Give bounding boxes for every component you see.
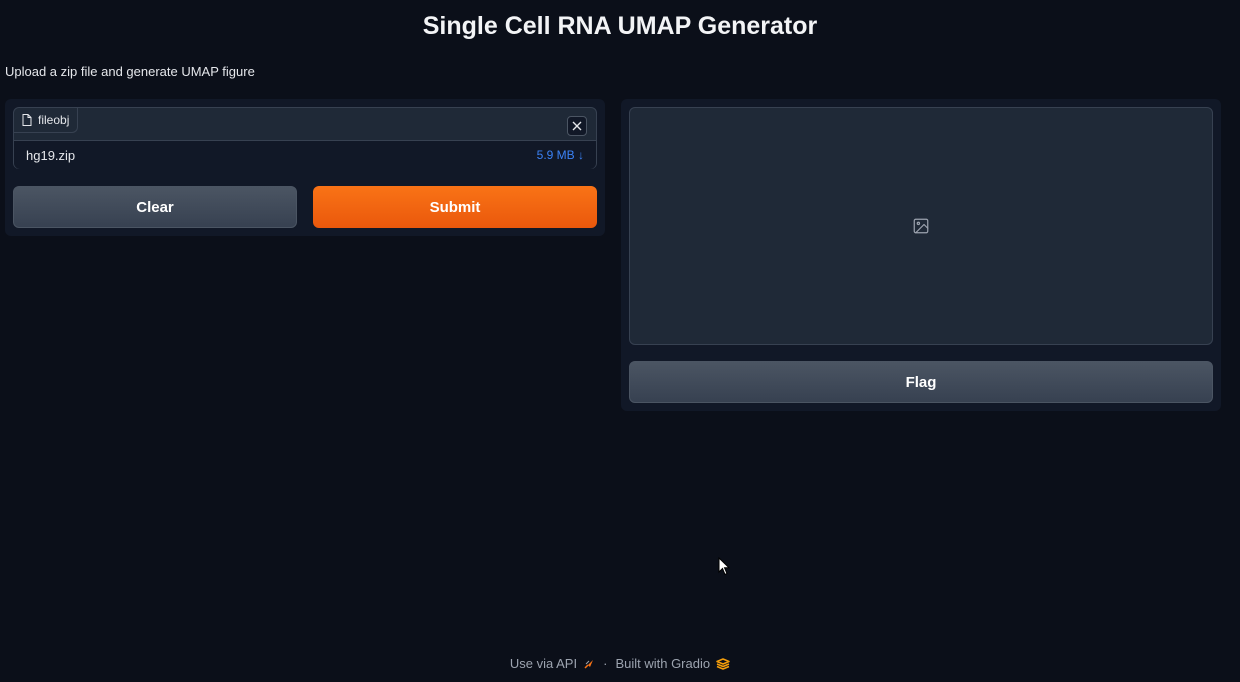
built-with-gradio-label: Built with Gradio xyxy=(615,656,711,671)
submit-button[interactable]: Submit xyxy=(313,186,597,228)
output-image xyxy=(629,107,1213,345)
built-with-gradio-link[interactable]: Built with Gradio xyxy=(615,656,730,671)
input-panel: fileobj hg19.zip 5.9 MB ↓ Clear Submit xyxy=(5,99,605,236)
clear-button[interactable]: Clear xyxy=(13,186,297,228)
file-download-link[interactable]: 5.9 MB ↓ xyxy=(537,148,584,162)
rocket-icon xyxy=(584,659,594,669)
footer-separator: · xyxy=(603,656,608,671)
output-panel: Flag xyxy=(621,99,1221,411)
file-icon xyxy=(22,114,32,126)
gradio-app: Single Cell RNA UMAP Generator Upload a … xyxy=(0,0,1240,682)
file-name: hg19.zip xyxy=(26,147,76,163)
gradio-logo-icon xyxy=(716,657,730,670)
use-via-api-label: Use via API xyxy=(509,656,578,671)
file-label-text: fileobj xyxy=(38,113,70,127)
close-icon xyxy=(572,121,582,131)
flag-button[interactable]: Flag xyxy=(629,361,1213,403)
remove-file-button[interactable] xyxy=(567,116,587,136)
image-placeholder-icon xyxy=(913,218,929,234)
file-label: fileobj xyxy=(14,108,79,133)
page-description: Upload a zip file and generate UMAP figu… xyxy=(5,64,255,79)
mouse-cursor-icon xyxy=(718,557,730,576)
file-row: hg19.zip 5.9 MB ↓ xyxy=(14,140,596,169)
footer: Use via API · Built with Gradio xyxy=(0,656,1240,671)
page-title: Single Cell RNA UMAP Generator xyxy=(422,12,818,40)
use-via-api-link[interactable]: Use via API xyxy=(510,656,595,671)
file-upload[interactable]: fileobj hg19.zip 5.9 MB ↓ xyxy=(13,107,597,169)
